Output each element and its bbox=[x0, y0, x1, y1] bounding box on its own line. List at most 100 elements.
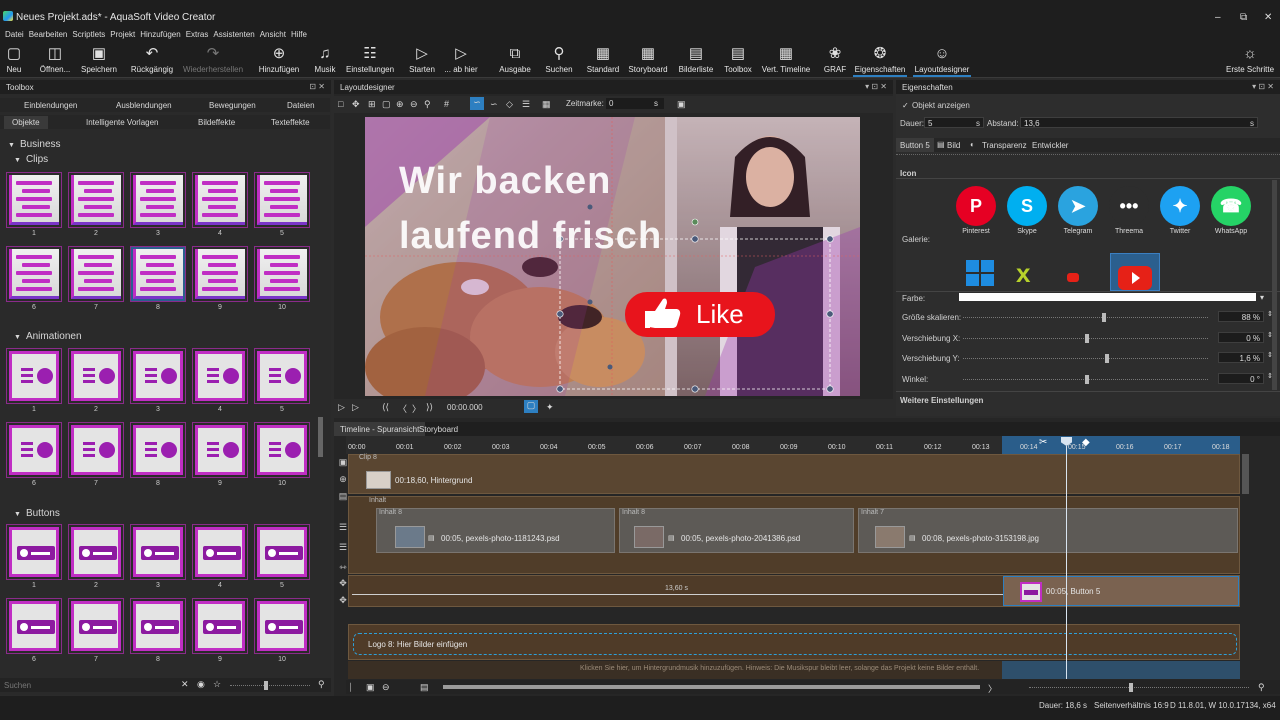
clip-thumb[interactable]: 10 bbox=[254, 246, 310, 311]
view-icon[interactable]: ◉ bbox=[197, 679, 205, 690]
dauer-input[interactable]: 5 bbox=[924, 117, 984, 128]
clip-thumb[interactable]: 2 bbox=[68, 172, 124, 237]
versch-x-slider[interactable] bbox=[963, 334, 1208, 343]
clip-thumb[interactable]: 1 bbox=[6, 172, 62, 237]
section-animationen[interactable]: ▼ Animationen bbox=[14, 331, 332, 345]
track-button[interactable]: 13,60 s 00:05, Button 5 bbox=[348, 575, 1240, 607]
animation-thumb[interactable]: 10 bbox=[254, 422, 310, 487]
category-business[interactable]: ▼ Business bbox=[8, 139, 326, 153]
zoom-out-icon[interactable]: ⊖ bbox=[382, 682, 390, 693]
tab-einblendungen[interactable]: Einblendungen bbox=[24, 101, 77, 110]
animation-thumb[interactable]: 1 bbox=[6, 348, 62, 413]
threema-icon[interactable]: ••• Threema bbox=[1107, 186, 1151, 235]
clip-thumb[interactable]: 8 bbox=[130, 246, 186, 311]
close-button[interactable]: ✕ bbox=[1264, 12, 1272, 23]
section-buttons[interactable]: ▼ Buttons bbox=[14, 508, 332, 522]
menu-extras[interactable]: Extras bbox=[186, 30, 209, 39]
button-thumb[interactable]: 10 bbox=[254, 598, 310, 663]
groesse-input[interactable]: 88 % bbox=[1218, 311, 1264, 322]
save-keyframe-icon[interactable]: ▣ bbox=[677, 99, 686, 110]
clip-photo-1[interactable]: Inhalt 8 ▤ 00:05, pexels-photo-1181243.p… bbox=[376, 508, 615, 553]
grid-snap-icon[interactable]: # bbox=[444, 99, 449, 109]
winkel-input[interactable]: 0 ° bbox=[1218, 373, 1264, 384]
animation-thumb[interactable]: 6 bbox=[6, 422, 62, 487]
select-tool-icon[interactable]: □ bbox=[338, 99, 343, 109]
canvas-headline-2[interactable]: laufend frisch bbox=[399, 214, 662, 258]
animation-thumb[interactable]: 8 bbox=[130, 422, 186, 487]
clip-thumb[interactable]: 9 bbox=[192, 246, 248, 311]
button-thumb[interactable]: 5 bbox=[254, 524, 310, 589]
animation-thumb[interactable]: 4 bbox=[192, 348, 248, 413]
track-logo[interactable]: Logo 8: Hier Bilder einfügen bbox=[348, 624, 1240, 660]
weitere-einstellungen[interactable]: Weitere Einstellungen bbox=[900, 396, 983, 405]
tab-bildeffekte[interactable]: Bildeffekte bbox=[198, 118, 235, 127]
tab-bewegungen[interactable]: Bewegungen bbox=[209, 101, 256, 110]
animation-thumb[interactable]: 5 bbox=[254, 348, 310, 413]
align-icon[interactable]: ☰ bbox=[522, 99, 530, 110]
move-tool-icon[interactable]: ✥ bbox=[352, 99, 360, 110]
play-icon[interactable]: ▷ bbox=[338, 402, 345, 413]
favorite-star-icon[interactable]: ☆ bbox=[213, 679, 221, 690]
clip-photo-2[interactable]: Inhalt 8 ▤ 00:05, pexels-photo-2041386.p… bbox=[619, 508, 854, 553]
panel-controls-icon[interactable]: ▾ ⊡ ✕ bbox=[1252, 82, 1274, 91]
clip-thumb[interactable]: 6 bbox=[6, 246, 62, 311]
tab-ausblendungen[interactable]: Ausblendungen bbox=[116, 101, 172, 110]
track-inhalt[interactable]: Inhalt Inhalt 8 ▤ 00:05, pexels-photo-11… bbox=[348, 496, 1240, 574]
panel-controls-icon[interactable]: ▾ ⊡ ✕ bbox=[865, 82, 887, 91]
section-clips[interactable]: ▼ Clips bbox=[14, 154, 332, 168]
menu-projekt[interactable]: Projekt bbox=[110, 30, 135, 39]
motion-path-icon[interactable]: ∽ bbox=[490, 99, 498, 110]
view-storyboard-button[interactable]: ▦ Storyboard bbox=[627, 45, 669, 74]
save-button[interactable]: ▣ Speichern bbox=[80, 45, 118, 74]
image-icon[interactable]: ▤ bbox=[420, 682, 429, 693]
view-imagelist-button[interactable]: ▤ Bilderliste bbox=[676, 45, 716, 74]
settings-button[interactable]: ☷ Einstellungen bbox=[346, 45, 394, 74]
menu-bearbeiten[interactable]: Bearbeiten bbox=[29, 30, 68, 39]
start-button[interactable]: ▷ Starten bbox=[407, 45, 437, 74]
windows-icon[interactable] bbox=[966, 260, 996, 288]
zoom-icon[interactable]: ⚲ bbox=[1258, 682, 1265, 693]
search-button[interactable]: ⚲ Suchen bbox=[544, 45, 574, 74]
timeline-vscrollbar[interactable] bbox=[1242, 454, 1249, 494]
timeline-zoom-slider[interactable] bbox=[1029, 683, 1249, 692]
animation-thumb[interactable]: 2 bbox=[68, 348, 124, 413]
zoom-in-icon[interactable]: ⊕ bbox=[396, 99, 404, 110]
color-dropdown-icon[interactable]: ▾ bbox=[1260, 293, 1264, 302]
play-from-here-icon[interactable]: ▷ bbox=[352, 402, 359, 413]
render-options-icon[interactable]: ✦ bbox=[546, 402, 554, 413]
scissors-icon[interactable]: ✂ bbox=[1039, 437, 1047, 448]
tab-objekte[interactable]: Objekte bbox=[4, 116, 48, 129]
arrange-icon[interactable]: ▦ bbox=[542, 99, 551, 110]
menu-hinzufuegen[interactable]: Hinzufügen bbox=[140, 30, 180, 39]
groesse-slider[interactable] bbox=[963, 313, 1208, 322]
button-thumb[interactable]: 9 bbox=[192, 598, 248, 663]
twitter-icon[interactable]: ✦ Twitter bbox=[1158, 186, 1202, 235]
output-button[interactable]: ⧉ Ausgabe bbox=[498, 45, 532, 74]
button-thumb[interactable]: 7 bbox=[68, 598, 124, 663]
scroll-end-icon[interactable]: 〉 bbox=[988, 682, 997, 695]
crop-tool-icon[interactable]: ⊞ bbox=[368, 99, 376, 110]
view-standard-button[interactable]: ▦ Standard bbox=[585, 45, 621, 74]
abstand-input[interactable]: 13,6 bbox=[1020, 117, 1258, 128]
tab-entwickler[interactable]: Entwickler bbox=[1032, 141, 1068, 150]
new-button[interactable]: ▢ Neu bbox=[4, 45, 24, 74]
youtube-icon-selected[interactable] bbox=[1110, 253, 1160, 291]
tab-bild-icon[interactable]: ▤ bbox=[937, 140, 945, 149]
zoom-icon[interactable]: ⚲ bbox=[318, 679, 325, 690]
checkbox-checked-icon[interactable]: ✓ bbox=[902, 101, 909, 110]
zoom-fit-icon[interactable]: ▣ bbox=[366, 682, 375, 693]
restore-button[interactable]: ⧉ bbox=[1240, 12, 1247, 23]
props-scrollbar[interactable] bbox=[1272, 180, 1277, 390]
zoom-to-start-icon[interactable]: ⎸ bbox=[350, 682, 359, 693]
xing-icon[interactable]: х bbox=[1016, 258, 1030, 289]
play-from-here-button[interactable]: ▷... ab hier bbox=[443, 45, 479, 74]
redo-button[interactable]: ↷ Wiederherstellen bbox=[183, 45, 243, 74]
tab-transparenz-icon[interactable]: ◐ bbox=[970, 140, 975, 149]
open-button[interactable]: ◫ Öffnen... bbox=[38, 45, 72, 74]
tab-intelligente-vorlagen[interactable]: Intelligente Vorlagen bbox=[86, 118, 159, 127]
winkel-slider[interactable] bbox=[963, 375, 1208, 384]
logo-dropzone[interactable]: Logo 8: Hier Bilder einfügen bbox=[353, 633, 1237, 655]
preview-canvas[interactable]: Wir backen laufend frisch Like bbox=[365, 117, 860, 396]
thumb-size-slider[interactable] bbox=[230, 681, 310, 690]
versch-y-slider[interactable] bbox=[963, 354, 1208, 363]
